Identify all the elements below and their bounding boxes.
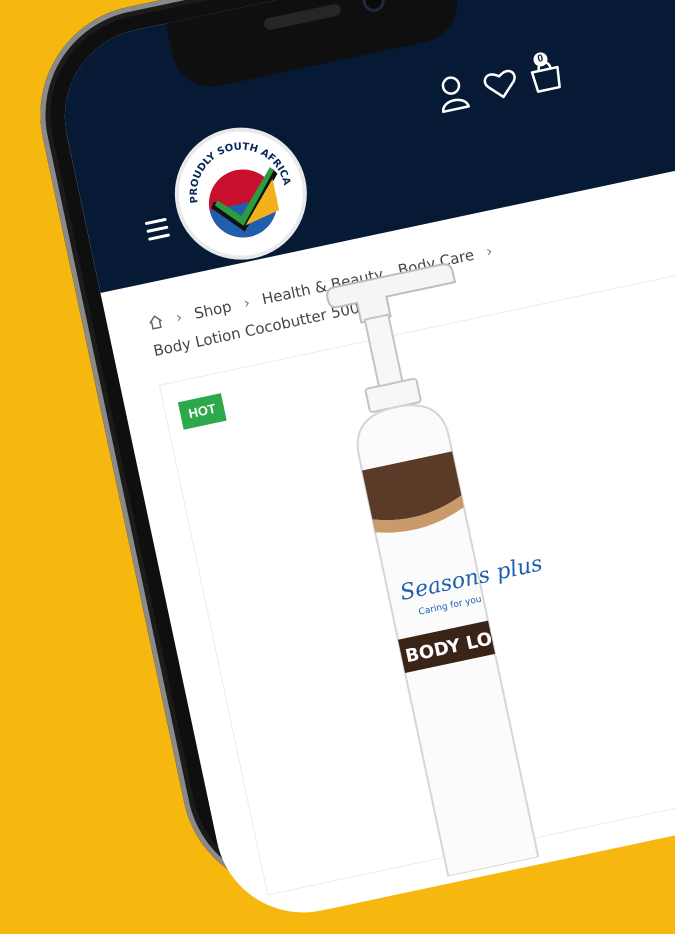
- breadcrumb-separator: ›: [174, 307, 184, 327]
- breadcrumb-separator: ›: [241, 293, 252, 313]
- menu-icon[interactable]: [144, 217, 171, 241]
- heart-icon[interactable]: [481, 66, 520, 102]
- phone-mockup: PROUDLY SOUTH AFRICAN 0 › Shop › Health …: [20, 0, 675, 929]
- speaker-grille: [263, 3, 342, 31]
- header-actions: 0: [423, 48, 590, 130]
- user-icon[interactable]: [433, 73, 472, 115]
- hot-badge: HOT: [177, 393, 227, 430]
- front-camera: [364, 0, 384, 11]
- proudly-south-african-logo[interactable]: PROUDLY SOUTH AFRICAN: [167, 120, 315, 268]
- breadcrumb-shop[interactable]: Shop: [193, 297, 234, 322]
- phone-notch: [165, 0, 465, 94]
- phone-screen: PROUDLY SOUTH AFRICAN 0 › Shop › Health …: [48, 0, 675, 929]
- home-icon[interactable]: [146, 313, 165, 331]
- product-bottle-image[interactable]: Seasons plus Caring for you BODY LOTION: [310, 230, 635, 878]
- product-image-card[interactable]: HOT Seasons plus Caring for you BODY LOT…: [158, 263, 675, 896]
